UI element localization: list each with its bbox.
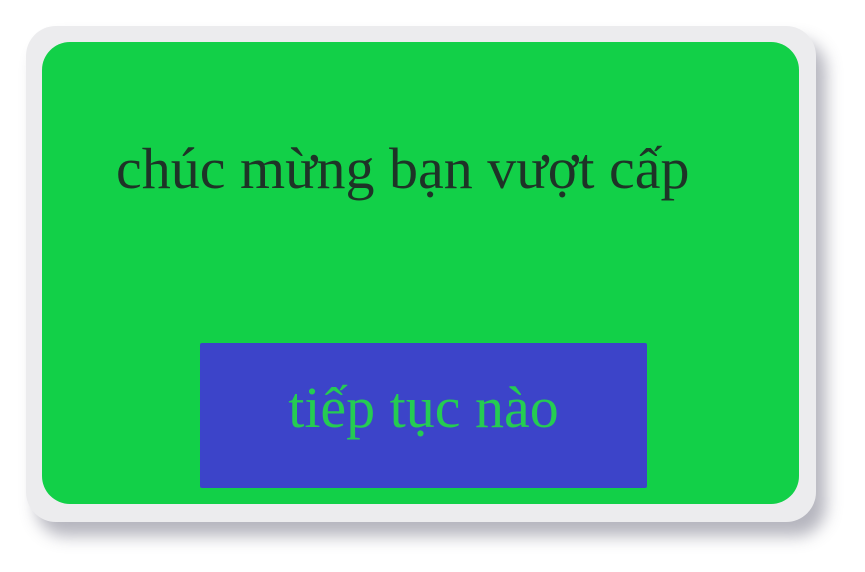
continue-button[interactable]: tiếp tục nào [200,343,647,488]
continue-button-label: tiếp tục nào [288,375,559,440]
congratulations-message: chúc mừng bạn vượt cấp [116,136,690,201]
